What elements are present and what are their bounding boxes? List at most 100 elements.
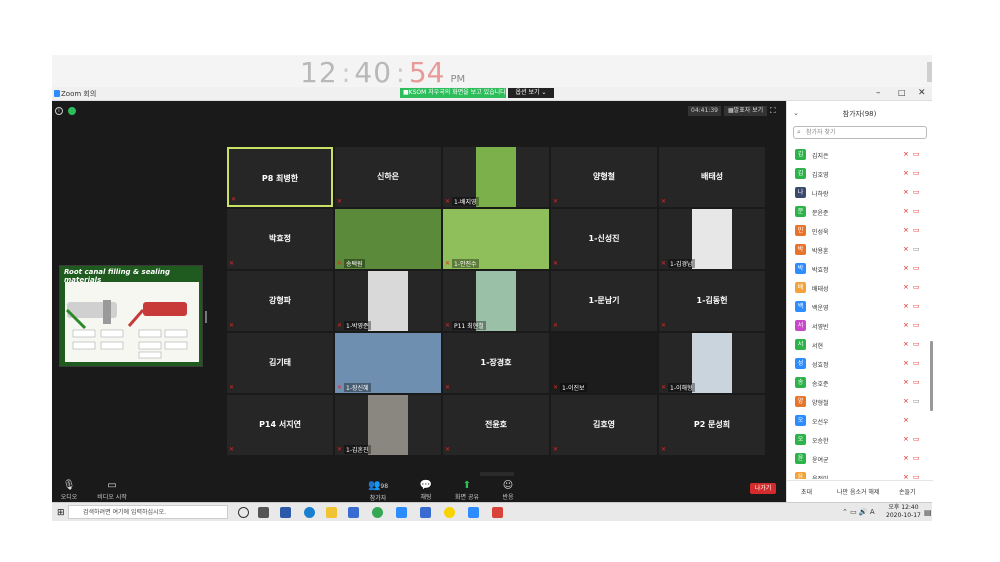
task-view-icon[interactable] bbox=[238, 507, 249, 518]
taskbar-app-icon[interactable] bbox=[280, 507, 291, 518]
participant-name: 양형철 bbox=[812, 400, 829, 407]
participant-list-item[interactable]: 민 민성욱 ⨯ ▭ bbox=[793, 221, 927, 240]
participant-video-tile[interactable]: 1-장경호 ✕ bbox=[443, 333, 549, 393]
participant-video-tile[interactable]: P14 서지연 ✕ bbox=[227, 395, 333, 455]
maximize-button[interactable]: □ bbox=[898, 88, 906, 97]
chat-button[interactable]: 💬 채팅 bbox=[416, 480, 436, 501]
windows-start-icon[interactable]: ⊞ bbox=[57, 508, 65, 518]
participant-video-tile[interactable]: ✕ 송택원 bbox=[335, 209, 441, 269]
security-shield-icon[interactable] bbox=[68, 107, 76, 115]
mail-icon[interactable] bbox=[348, 507, 359, 518]
participant-list-item[interactable]: 배 배태성 ⨯ ▭ bbox=[793, 278, 927, 297]
participant-list-item[interactable]: 성 성효정 ⨯ ▭ bbox=[793, 354, 927, 373]
participant-video-tile[interactable]: ✕ 1-김혼진 bbox=[335, 395, 441, 455]
close-button[interactable]: ✕ bbox=[918, 88, 926, 98]
leave-meeting-button[interactable]: 나가기 bbox=[750, 483, 776, 494]
participant-list-item[interactable]: 백 백운영 ⨯ ▭ bbox=[793, 297, 927, 316]
edge-browser-icon[interactable] bbox=[304, 507, 315, 518]
info-icon[interactable]: i bbox=[55, 107, 63, 115]
participant-video-tile[interactable]: ✕ 1-이진보 bbox=[551, 333, 657, 393]
video-off-icon: ▭ bbox=[913, 473, 920, 479]
participant-video-tile[interactable]: 양형철 ✕ bbox=[551, 147, 657, 207]
participant-list-item[interactable]: 서 서현 ⨯ ▭ bbox=[793, 335, 927, 354]
participant-video-tile[interactable]: ✕ P11 최현철 bbox=[443, 271, 549, 331]
system-tray-icons[interactable]: ⌃ ▭ 🔊 A bbox=[842, 508, 875, 516]
participant-list-item[interactable]: 박 박효정 ⨯ ▭ bbox=[793, 259, 927, 278]
microphone-muted-icon: ⨯ bbox=[903, 169, 909, 177]
taskbar-app-icon[interactable] bbox=[258, 507, 269, 518]
participant-video-tile[interactable]: ✕ 1-김경남 bbox=[659, 209, 765, 269]
participant-video-tile[interactable]: 전윤호 ✕ bbox=[443, 395, 549, 455]
zoom-logo-icon bbox=[54, 90, 60, 97]
participant-list-item[interactable]: 윤 윤정미 ⨯ ▭ bbox=[793, 468, 927, 479]
meeting-toolbar: 🎙 오디오 ▭ 비디오 시작 👥98 참가자 💬 채팅 ⬆ 화면 공유 ☺ 반응… bbox=[52, 476, 786, 502]
taskbar-clock[interactable]: 오후 12:40 2020-10-17 bbox=[886, 504, 921, 520]
participant-video-tile[interactable]: 1-김동헌 ✕ bbox=[659, 271, 765, 331]
participant-video-tile[interactable]: 강형파 ✕ bbox=[227, 271, 333, 331]
participant-video-tile[interactable]: ✕ 1-박영준 bbox=[335, 271, 441, 331]
participant-list-item[interactable]: 김 김지은 ⨯ ▭ bbox=[793, 145, 927, 164]
fullscreen-icon[interactable]: ⛶ bbox=[770, 106, 776, 116]
participant-video-tile[interactable]: P2 문성희 ✕ bbox=[659, 395, 765, 455]
invite-button[interactable]: 초대 bbox=[801, 487, 812, 496]
participants-button[interactable]: 👥98 참가자 bbox=[364, 480, 392, 502]
reactions-button[interactable]: ☺ 반응 bbox=[498, 480, 518, 501]
participant-name: 김지은 bbox=[812, 153, 829, 160]
participant-video-tile[interactable]: 박효정 ✕ bbox=[227, 209, 333, 269]
participant-list-item[interactable]: 서영 서영빈 ⨯ ▭ bbox=[793, 316, 927, 340]
minimize-button[interactable]: – bbox=[876, 88, 881, 98]
participant-tile-label: 송택원 bbox=[344, 259, 365, 268]
participant-video-tile[interactable]: P8 최병한 ✕ bbox=[227, 147, 333, 207]
audio-button[interactable]: 🎙 오디오 bbox=[58, 480, 80, 501]
participant-list-scrollbar[interactable] bbox=[930, 341, 933, 411]
microphone-muted-icon: ✕ bbox=[445, 322, 451, 329]
raise-hand-button[interactable]: 손들기 bbox=[899, 487, 916, 496]
chrome-icon[interactable] bbox=[372, 507, 383, 518]
participant-tile-label: P11 최현철 bbox=[452, 321, 486, 330]
split-divider-handle[interactable] bbox=[205, 311, 207, 323]
page-scrollbar[interactable] bbox=[927, 62, 932, 82]
speaker-view-button[interactable]: ▦발표자 보기 bbox=[724, 106, 768, 116]
participant-list-item[interactable]: 김 김호영 ⨯ ▭ bbox=[793, 164, 927, 183]
participant-list-item[interactable]: 오 오선우 ⨯ bbox=[793, 411, 927, 430]
participant-search-input[interactable]: 참가자 찾기 bbox=[793, 126, 927, 139]
kakaotalk-icon[interactable] bbox=[444, 507, 455, 518]
zoom-taskbar-icon[interactable] bbox=[468, 507, 479, 518]
participant-list-item[interactable]: 양 양형철 ⨯ ▭ bbox=[793, 392, 927, 411]
start-video-button[interactable]: ▭ 비디오 시작 bbox=[94, 480, 130, 501]
participant-list-item[interactable]: 나 나하랑 ⨯ ▭ bbox=[793, 183, 927, 202]
share-screen-button[interactable]: ⬆ 화면 공유 bbox=[452, 480, 482, 501]
participant-video-tile[interactable]: ✕ 1-장신혜 bbox=[335, 333, 441, 393]
participant-tile-label: 1-김혼진 bbox=[344, 445, 371, 454]
participant-video-tile[interactable]: 1-신성진 ✕ bbox=[551, 209, 657, 269]
shared-slide-thumbnail[interactable]: Root canal filling & sealing materials bbox=[59, 265, 203, 367]
participant-list-item[interactable]: 박 박용훈 ⨯ ▭ bbox=[793, 240, 927, 259]
participant-video-tile[interactable]: 배태성 ✕ bbox=[659, 147, 765, 207]
participant-video-tile[interactable]: ✕ 1-배지영 bbox=[443, 147, 549, 207]
ime-indicator[interactable]: A bbox=[870, 508, 875, 516]
participant-video-tile[interactable]: 1-문남기 ✕ bbox=[551, 271, 657, 331]
unmute-myself-button[interactable]: 나만 음소거 해제 bbox=[837, 487, 879, 496]
participants-count: 98 bbox=[380, 483, 389, 490]
avatar: 오 bbox=[795, 434, 806, 445]
participant-tile-name: 1-김동헌 bbox=[696, 296, 728, 305]
taskbar-search-input[interactable]: 검색하려면 여기에 입력하십시오. bbox=[68, 505, 228, 519]
participant-list-item[interactable]: 문 문윤준 ⨯ ▭ bbox=[793, 202, 927, 221]
microphone-muted-icon: ⨯ bbox=[903, 340, 909, 348]
participant-list-item[interactable]: 송 송호준 ⨯ ▭ bbox=[793, 373, 927, 392]
participant-video-tile[interactable]: 김호영 ✕ bbox=[551, 395, 657, 455]
participant-video-tile[interactable]: ✕ 1-안진수 bbox=[443, 209, 549, 269]
taskbar-app-icon[interactable] bbox=[396, 507, 407, 518]
participant-list-item[interactable]: 윤 윤여균 ⨯ ▭ bbox=[793, 449, 927, 468]
participant-video-tile[interactable]: 김기태 ✕ bbox=[227, 333, 333, 393]
view-options-button[interactable]: 옵션 보기 ⌄ bbox=[508, 88, 554, 98]
participant-video-tile[interactable]: 신하은 ✕ bbox=[335, 147, 441, 207]
powerpoint-icon[interactable] bbox=[492, 507, 503, 518]
video-off-icon: ▭ bbox=[913, 321, 920, 329]
video-off-icon: ▭ bbox=[913, 207, 920, 215]
file-explorer-icon[interactable] bbox=[326, 507, 337, 518]
notification-icon[interactable]: ▤ bbox=[924, 508, 932, 517]
participant-video-tile[interactable]: ✕ 1-이해형 bbox=[659, 333, 765, 393]
participant-list-item[interactable]: 오 오승한 ⨯ ▭ bbox=[793, 430, 927, 449]
word-icon[interactable] bbox=[420, 507, 431, 518]
